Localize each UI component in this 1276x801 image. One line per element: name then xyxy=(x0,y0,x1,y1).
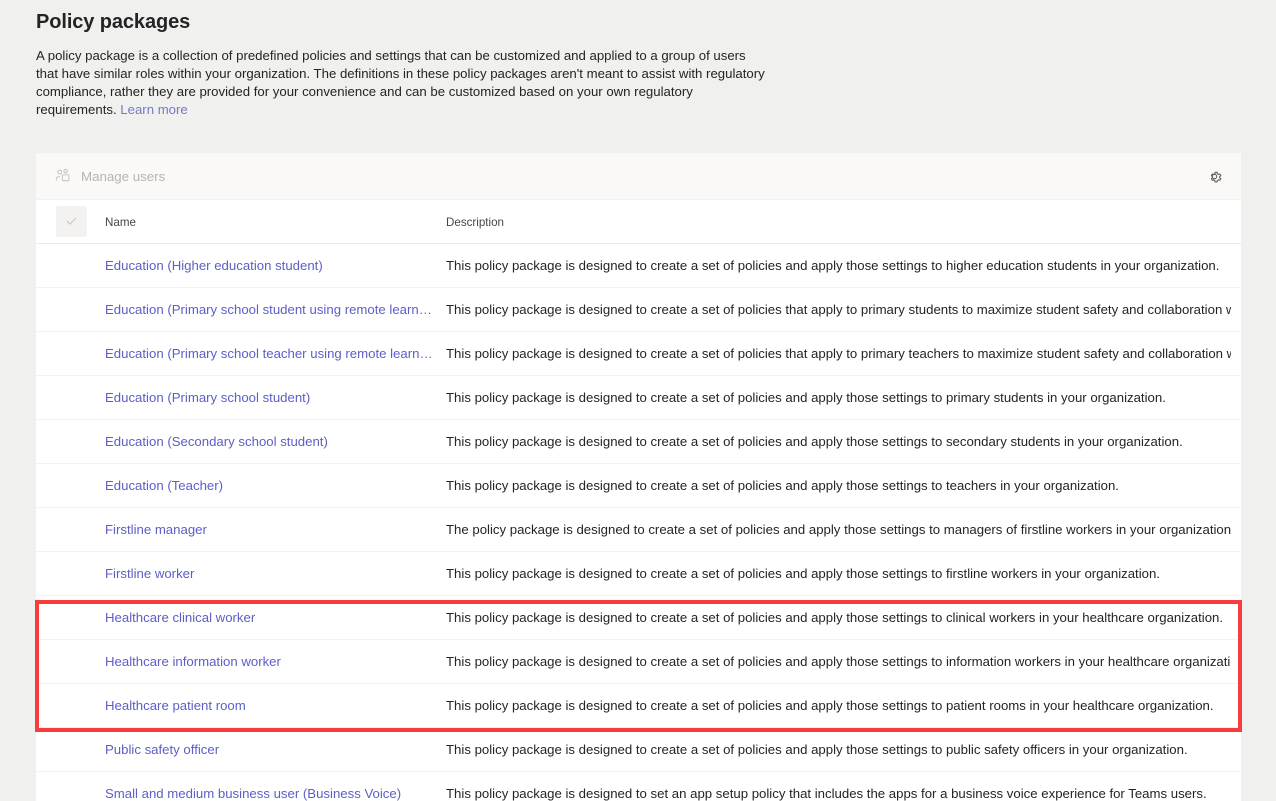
policy-packages-page: Policy packages A policy package is a co… xyxy=(0,0,1276,801)
row-name-cell: Healthcare patient room xyxy=(105,698,446,713)
row-name-cell: Education (Primary school student using … xyxy=(105,302,446,317)
policy-package-description: The policy package is designed to create… xyxy=(446,522,1231,537)
table-header-row: Name Description xyxy=(36,200,1241,244)
table-row[interactable]: Public safety officer This policy package… xyxy=(36,728,1241,772)
policy-package-link[interactable]: Small and medium business user (Business… xyxy=(105,786,434,801)
page-title: Policy packages xyxy=(36,11,191,33)
policy-package-link[interactable]: Healthcare information worker xyxy=(105,654,434,669)
policy-package-description: This policy package is designed to creat… xyxy=(446,654,1231,669)
policy-package-description: This policy package is designed to creat… xyxy=(446,610,1224,625)
policy-package-description: This policy package is designed to creat… xyxy=(446,566,1160,581)
policy-package-description: This policy package is designed to creat… xyxy=(446,742,1188,757)
policy-package-link[interactable]: Education (Secondary school student) xyxy=(105,434,434,449)
policy-package-link[interactable]: Healthcare clinical worker xyxy=(105,610,434,625)
row-name-cell: Education (Higher education student) xyxy=(105,258,446,273)
table-row[interactable]: Healthcare clinical worker This policy pa… xyxy=(36,596,1241,640)
policy-package-description: This policy package is designed to creat… xyxy=(446,258,1220,273)
column-header-description: Description xyxy=(446,215,504,229)
policy-package-description: This policy package is designed to set a… xyxy=(446,786,1207,801)
policy-package-link[interactable]: Healthcare patient room xyxy=(105,698,434,713)
row-name-cell: Education (Teacher) xyxy=(105,478,446,493)
row-description-cell: This policy package is designed to creat… xyxy=(446,434,1241,449)
row-name-cell: Education (Secondary school student) xyxy=(105,434,446,449)
column-header-description-cell[interactable]: Description xyxy=(446,213,1241,231)
settings-button[interactable] xyxy=(1202,164,1227,189)
policy-package-description: This policy package is designed to creat… xyxy=(446,390,1166,405)
row-name-cell: Firstline worker xyxy=(105,566,446,581)
row-description-cell: This policy package is designed to set a… xyxy=(446,786,1241,801)
users-icon xyxy=(54,167,72,185)
manage-users-label: Manage users xyxy=(81,168,166,184)
row-description-cell: This policy package is designed to creat… xyxy=(446,654,1241,669)
row-description-cell: This policy package is designed to creat… xyxy=(446,390,1241,405)
select-all-checkbox[interactable] xyxy=(56,206,87,237)
row-name-cell: Education (Primary school student) xyxy=(105,390,446,405)
table-row[interactable]: Education (Teacher) This policy package i… xyxy=(36,464,1241,508)
table-row[interactable]: Healthcare patient room This policy packa… xyxy=(36,684,1241,728)
manage-users-button[interactable]: Manage users xyxy=(50,163,169,189)
row-description-cell: This policy package is designed to creat… xyxy=(446,258,1241,273)
table-row[interactable]: Education (Primary school student using … xyxy=(36,288,1241,332)
table-row[interactable]: Education (Secondary school student) This… xyxy=(36,420,1241,464)
checkmark-icon xyxy=(64,214,79,229)
column-header-name-cell[interactable]: Name xyxy=(105,213,446,231)
row-description-cell: This policy package is designed to creat… xyxy=(446,478,1241,493)
table-row[interactable]: Small and medium business user (Business… xyxy=(36,772,1241,801)
row-description-cell: This policy package is designed to creat… xyxy=(446,742,1241,757)
policy-package-link[interactable]: Firstline worker xyxy=(105,566,434,581)
toolbar-left-group: Manage users xyxy=(50,163,169,189)
policy-package-link[interactable]: Education (Primary school teacher using … xyxy=(105,346,434,361)
policy-package-link[interactable]: Education (Higher education student) xyxy=(105,258,434,273)
policy-packages-panel: Manage users Name Description Education … xyxy=(36,153,1241,801)
row-description-cell: This policy package is designed to creat… xyxy=(446,302,1241,317)
row-description-cell: This policy package is designed to creat… xyxy=(446,698,1241,713)
toolbar-right-group xyxy=(1202,164,1241,189)
select-all-cell xyxy=(36,206,105,237)
table-row[interactable]: Education (Primary school teacher using … xyxy=(36,332,1241,376)
table-toolbar: Manage users xyxy=(36,153,1241,200)
row-name-cell: Healthcare clinical worker xyxy=(105,610,446,625)
table-body: Education (Higher education student) This… xyxy=(36,244,1241,801)
column-header-name: Name xyxy=(105,215,136,229)
row-name-cell: Small and medium business user (Business… xyxy=(105,786,446,801)
policy-package-description: This policy package is designed to creat… xyxy=(446,302,1231,317)
policy-package-description: This policy package is designed to creat… xyxy=(446,478,1119,493)
policy-package-link[interactable]: Education (Teacher) xyxy=(105,478,434,493)
policy-package-description: This policy package is designed to creat… xyxy=(446,434,1183,449)
table-row[interactable]: Education (Primary school student) This p… xyxy=(36,376,1241,420)
table-row[interactable]: Firstline manager The policy package is d… xyxy=(36,508,1241,552)
row-description-cell: This policy package is designed to creat… xyxy=(446,346,1241,361)
policy-package-description: This policy package is designed to creat… xyxy=(446,346,1231,361)
policy-package-link[interactable]: Education (Primary school student using … xyxy=(105,302,434,317)
row-name-cell: Public safety officer xyxy=(105,742,446,757)
gear-icon xyxy=(1206,168,1223,185)
page-description: A policy package is a collection of pred… xyxy=(36,47,771,119)
row-description-cell: This policy package is designed to creat… xyxy=(446,610,1241,625)
policy-package-link[interactable]: Firstline manager xyxy=(105,522,434,537)
row-name-cell: Healthcare information worker xyxy=(105,654,446,669)
learn-more-link[interactable]: Learn more xyxy=(120,102,187,117)
policy-package-description: This policy package is designed to creat… xyxy=(446,698,1214,713)
table-row[interactable]: Healthcare information worker This policy… xyxy=(36,640,1241,684)
page-header: Policy packages A policy package is a co… xyxy=(36,8,796,119)
policy-package-link[interactable]: Public safety officer xyxy=(105,742,434,757)
row-name-cell: Firstline manager xyxy=(105,522,446,537)
policy-packages-table: Name Description Education (Higher educa… xyxy=(36,200,1241,801)
row-name-cell: Education (Primary school teacher using … xyxy=(105,346,446,361)
table-row[interactable]: Education (Higher education student) This… xyxy=(36,244,1241,288)
row-description-cell: The policy package is designed to create… xyxy=(446,522,1241,537)
row-description-cell: This policy package is designed to creat… xyxy=(446,566,1241,581)
table-row[interactable]: Firstline worker This policy package is d… xyxy=(36,552,1241,596)
policy-package-link[interactable]: Education (Primary school student) xyxy=(105,390,434,405)
